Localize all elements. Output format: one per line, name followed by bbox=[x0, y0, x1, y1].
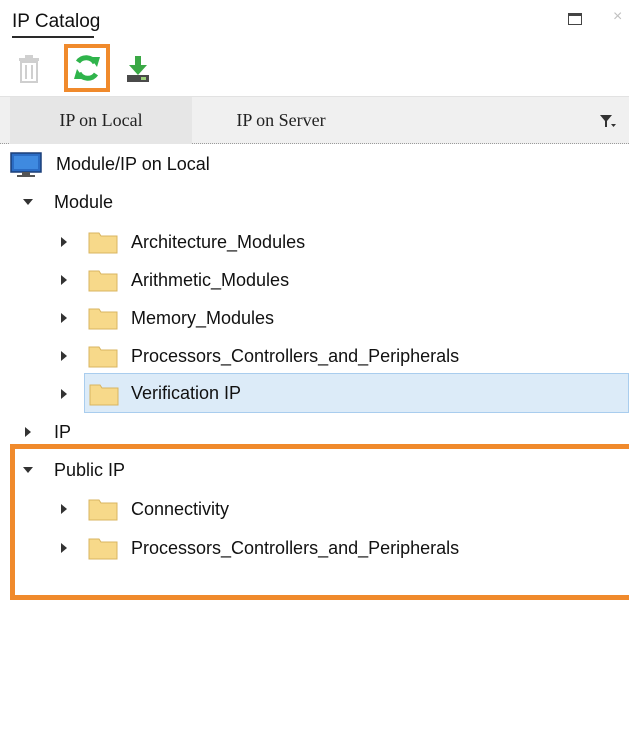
panel-title: IP Catalog bbox=[12, 11, 101, 32]
tree-item-architecture-modules[interactable]: Architecture_Modules bbox=[0, 223, 629, 261]
toolbar bbox=[0, 40, 629, 96]
folder-icon bbox=[88, 232, 118, 254]
chevron-down-icon[interactable] bbox=[22, 196, 34, 208]
ip-catalog-panel: IP Catalog × IP on Local IP on Server Mo… bbox=[0, 0, 629, 752]
tree-item-module[interactable]: Module bbox=[0, 183, 629, 221]
public-ip-highlight bbox=[10, 444, 629, 600]
tab-ip-on-local-label: IP on Local bbox=[59, 110, 143, 130]
title-bar: IP Catalog × bbox=[0, 0, 629, 40]
chevron-right-icon[interactable] bbox=[58, 312, 70, 324]
tree-root-item[interactable]: Module/IP on Local bbox=[0, 145, 629, 183]
folder-icon bbox=[89, 384, 119, 406]
tree-item-label: Arithmetic_Modules bbox=[131, 269, 290, 290]
tree-root-label: Module/IP on Local bbox=[56, 153, 210, 174]
chevron-right-icon[interactable] bbox=[58, 350, 70, 362]
tree-item-memory-modules[interactable]: Memory_Modules bbox=[0, 299, 629, 337]
tree-item-label: Verification IP bbox=[131, 382, 242, 403]
tree-item-label: Memory_Modules bbox=[131, 307, 275, 328]
filter-button[interactable] bbox=[592, 97, 624, 144]
folder-icon bbox=[88, 308, 118, 330]
tab-ip-on-server[interactable]: IP on Server bbox=[192, 97, 370, 144]
tree-item-ip-label: IP bbox=[54, 421, 72, 442]
tab-ip-on-server-label: IP on Server bbox=[236, 110, 326, 130]
trash-icon bbox=[19, 55, 39, 83]
chevron-right-icon[interactable] bbox=[58, 388, 70, 400]
tree-item-module-label: Module bbox=[54, 191, 114, 212]
download-button[interactable] bbox=[118, 49, 158, 89]
tree-item-verification-ip[interactable]: Verification IP bbox=[61, 373, 629, 413]
monitor-icon bbox=[10, 152, 42, 177]
download-icon bbox=[127, 56, 149, 82]
delete-button[interactable] bbox=[12, 49, 46, 89]
maximize-icon[interactable] bbox=[568, 13, 582, 25]
chevron-right-icon[interactable] bbox=[58, 236, 70, 248]
tab-ip-on-local[interactable]: IP on Local bbox=[10, 97, 192, 144]
tree-item-label: Processors_Controllers_and_Peripherals bbox=[131, 345, 460, 366]
catalog-tabs: IP on Local IP on Server bbox=[0, 96, 629, 144]
refresh-button[interactable] bbox=[64, 44, 110, 92]
tree-item-processors-controllers[interactable]: Processors_Controllers_and_Peripherals bbox=[0, 337, 629, 375]
folder-icon bbox=[88, 346, 118, 368]
refresh-icon bbox=[74, 55, 100, 81]
tree-item-arithmetic-modules[interactable]: Arithmetic_Modules bbox=[0, 261, 629, 299]
close-icon[interactable]: × bbox=[613, 8, 622, 26]
chevron-right-icon[interactable] bbox=[58, 274, 70, 286]
filter-icon bbox=[600, 114, 616, 127]
chevron-right-icon[interactable] bbox=[22, 426, 34, 438]
title-underline bbox=[12, 36, 94, 38]
tree-item-label: Architecture_Modules bbox=[131, 231, 306, 252]
folder-icon bbox=[88, 270, 118, 292]
